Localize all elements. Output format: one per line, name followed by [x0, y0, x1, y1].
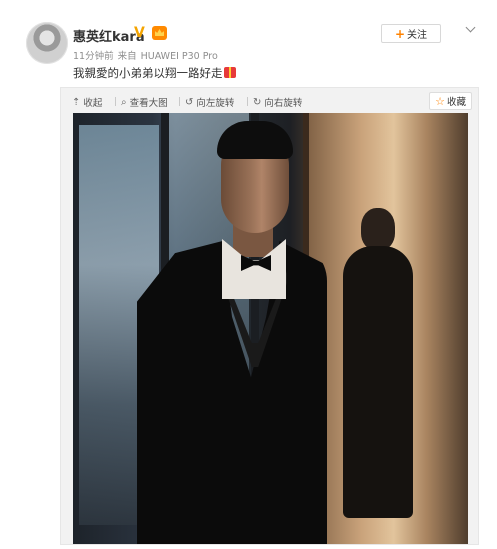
rotate-right-label: 向右旋转	[264, 98, 303, 109]
collapse-icon: ⇡	[72, 96, 81, 108]
rotate-right-button[interactable]: ↻ 向右旋转	[253, 95, 303, 110]
avatar[interactable]	[26, 22, 68, 64]
gift-emoji-icon	[223, 67, 236, 78]
collect-label: 收藏	[446, 97, 466, 108]
view-large-label: 查看大图	[129, 98, 168, 109]
toolbar-divider	[247, 97, 248, 106]
chevron-down-icon[interactable]	[465, 24, 477, 34]
collapse-button[interactable]: ⇡ 收起	[72, 95, 103, 110]
post-text-content: 我親愛的小弟弟以翔一路好走	[73, 66, 223, 80]
toolbar-divider	[115, 97, 116, 106]
vip-crown-icon	[152, 26, 167, 40]
collapse-label: 收起	[83, 98, 103, 109]
post-header: 惠英红kara V 11分钟前 来自 HUAWEI P30 Pro 我親愛的小弟弟以…	[0, 0, 497, 90]
reflected-figure	[343, 208, 413, 518]
post-time[interactable]: 11分钟前	[73, 51, 114, 62]
follow-button[interactable]: + 关注	[381, 24, 441, 43]
rotate-left-icon: ↺	[185, 96, 194, 108]
source-prefix: 来自	[117, 51, 137, 62]
hair	[217, 121, 293, 159]
man-in-tuxedo	[137, 121, 327, 544]
toolbar-divider	[179, 97, 180, 106]
collect-button[interactable]: ☆ 收藏	[429, 92, 472, 110]
rotate-left-label: 向左旋转	[196, 98, 235, 109]
magnifier-icon: ⌕	[121, 96, 127, 108]
follow-label: 关注	[407, 30, 428, 41]
verified-v-icon: V	[134, 25, 145, 41]
post-meta: 11分钟前 来自 HUAWEI P30 Pro	[73, 48, 222, 62]
source-device[interactable]: HUAWEI P30 Pro	[141, 51, 218, 62]
reflected-body	[343, 246, 413, 518]
view-large-button[interactable]: ⌕ 查看大图	[121, 95, 168, 110]
rotate-right-icon: ↻	[253, 96, 262, 108]
media-toolbar: ⇡ 收起 ⌕ 查看大图 ↺ 向左旋转 ↻ 向右旋转 ☆ 收藏	[61, 88, 478, 114]
rotate-left-button[interactable]: ↺ 向左旋转	[185, 95, 235, 110]
media-panel: ⇡ 收起 ⌕ 查看大图 ↺ 向左旋转 ↻ 向右旋转 ☆ 收藏	[60, 87, 479, 545]
post-photo[interactable]	[73, 113, 468, 544]
star-icon: ☆	[435, 94, 445, 108]
plus-icon: +	[394, 26, 406, 41]
reflected-head	[361, 208, 395, 250]
post-text: 我親愛的小弟弟以翔一路好走	[73, 65, 236, 81]
